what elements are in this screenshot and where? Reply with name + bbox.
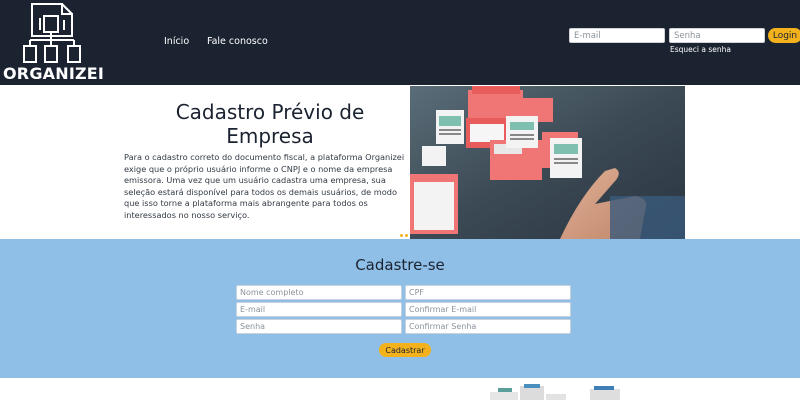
- forgot-password-link[interactable]: Esqueci a senha: [670, 45, 731, 54]
- register-section: Cadastre-se Cadastrar: [0, 239, 800, 378]
- documents-stack-image: [490, 383, 630, 400]
- document-hierarchy-icon: [23, 3, 81, 63]
- login-email-input[interactable]: [569, 28, 665, 43]
- login-button[interactable]: Login: [768, 28, 800, 43]
- cpf-input[interactable]: [405, 285, 571, 300]
- register-title: Cadastre-se: [355, 256, 445, 274]
- hero-image: [410, 86, 685, 239]
- nav-inicio[interactable]: Início: [164, 36, 189, 47]
- carousel-dot[interactable]: [405, 234, 408, 237]
- logo-text: ORGANIZEI: [3, 64, 105, 83]
- hero-title: Cadastro Prévio de Empresa: [175, 100, 365, 148]
- header: ORGANIZEI Início Fale conosco Login Esqu…: [0, 0, 800, 85]
- carousel-dot[interactable]: [400, 234, 403, 237]
- confirm-email-input[interactable]: [405, 302, 571, 317]
- confirm-password-input[interactable]: [405, 319, 571, 334]
- hero-description: Para o cadastro correto do documento fis…: [124, 152, 405, 220]
- register-button[interactable]: Cadastrar: [379, 343, 431, 357]
- login-password-input[interactable]: [669, 28, 765, 43]
- email-input[interactable]: [236, 302, 402, 317]
- logo[interactable]: ORGANIZEI: [0, 0, 112, 85]
- full-name-input[interactable]: [236, 285, 402, 300]
- password-input[interactable]: [236, 319, 402, 334]
- nav-fale-conosco[interactable]: Fale conosco: [207, 36, 268, 47]
